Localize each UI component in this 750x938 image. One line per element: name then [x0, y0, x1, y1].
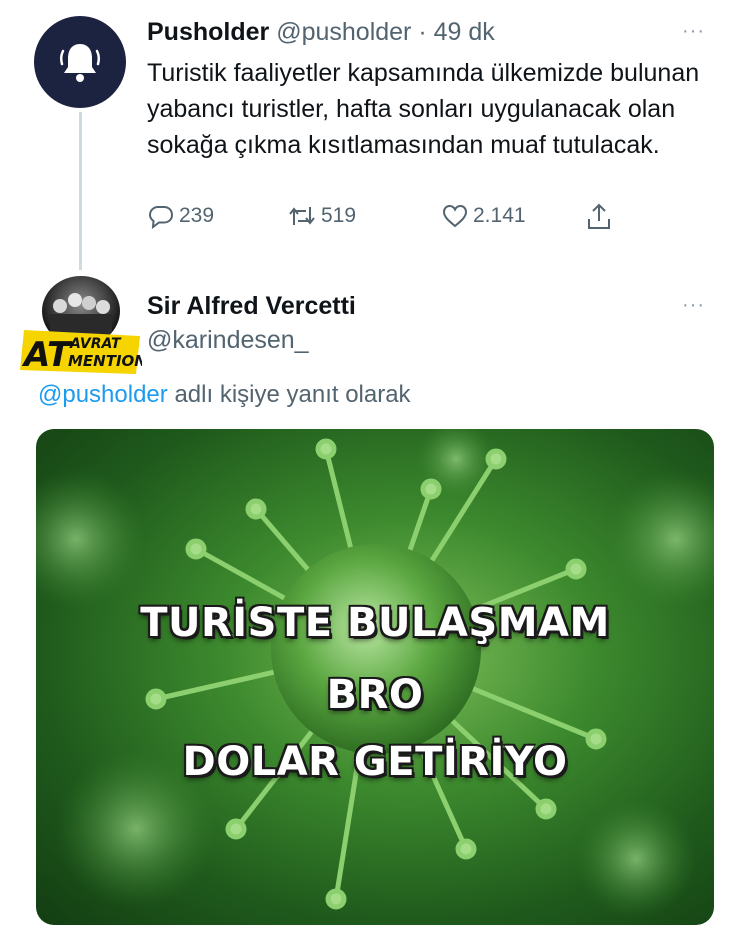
heart-icon [442, 204, 468, 228]
media-caption-line-2: BRO [326, 672, 424, 718]
tweet-media-image[interactable]: TURİSTE BULAŞMAM BRO DOLAR GETİRİYO [36, 429, 714, 925]
badge-top-text: AVRAT [69, 336, 122, 352]
reply-button[interactable]: 239 [147, 202, 214, 230]
media-caption-line-3: DOLAR GETİRİYO [182, 739, 568, 785]
author-name[interactable]: Pusholder [147, 18, 269, 46]
like-count: 2.141 [473, 204, 526, 227]
author-name[interactable]: Sir Alfred Vercetti [147, 292, 356, 321]
at-mention-badge: AT AVRAT MENTION [18, 328, 147, 376]
bell-icon [59, 44, 101, 82]
parent-tweet[interactable]: Pusholder @pusholder · 49 dk ··· Turisti… [0, 0, 750, 270]
thread-connector-line [79, 112, 82, 270]
more-options-button[interactable]: ··· [682, 294, 705, 317]
retweet-count: 519 [321, 204, 357, 227]
reply-tweet[interactable]: AT AVRAT MENTION Sir Alfred Vercetti @ka… [0, 270, 750, 938]
reply-icon [148, 206, 174, 230]
retweet-icon [289, 207, 315, 225]
replying-to-text: adlı kişiye yanıt olarak [167, 381, 411, 408]
badge-bottom-text: MENTION [68, 352, 142, 370]
pusholder-avatar[interactable] [34, 16, 126, 108]
replying-to-handle[interactable]: @pusholder [38, 381, 168, 408]
vercetti-avatar[interactable]: AT AVRAT MENTION [18, 276, 147, 382]
author-handle[interactable]: @karindesen_ [147, 326, 309, 355]
meta-separator: · [411, 18, 434, 46]
more-options-button[interactable]: ··· [682, 20, 705, 43]
share-icon [588, 203, 610, 229]
replying-to: @pusholder adlı kişiye yanıt olarak [38, 381, 411, 409]
badge-big-text: AT [21, 335, 73, 375]
tweet-time[interactable]: 49 dk [434, 18, 495, 46]
share-button[interactable] [585, 202, 613, 232]
media-caption-line-1: TURİSTE BULAŞMAM [140, 600, 610, 646]
tweet-actions: 239 519 2.141 [147, 202, 627, 238]
retweet-button[interactable]: 519 [287, 202, 356, 230]
tweet-text: Turistik faaliyetler kapsamında ülkemizd… [147, 59, 700, 159]
like-button[interactable]: 2.141 [441, 202, 526, 230]
parent-tweet-header: Pusholder @pusholder · 49 dk [147, 18, 495, 47]
reply-count: 239 [179, 204, 215, 227]
author-handle[interactable]: @pusholder [276, 18, 411, 46]
